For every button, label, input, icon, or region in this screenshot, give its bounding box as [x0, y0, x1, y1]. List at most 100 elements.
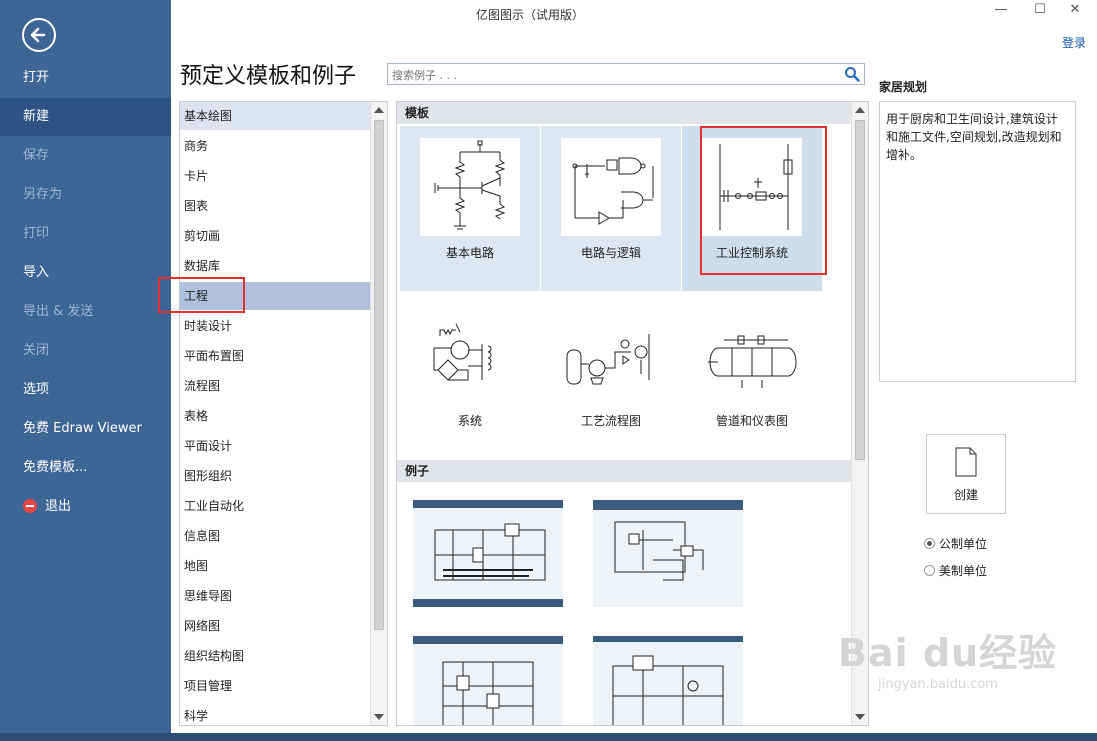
login-link[interactable]: 登录: [1062, 34, 1086, 51]
category-item[interactable]: 卡片: [180, 162, 371, 190]
category-scrollbar[interactable]: [370, 102, 387, 725]
template-label: 基本电路: [445, 246, 494, 260]
sidebar-item-free-viewer[interactable]: 免费 Edraw Viewer: [0, 410, 171, 448]
industrial-control-thumbnail: [702, 138, 802, 236]
category-item[interactable]: 科学: [180, 702, 371, 725]
category-item[interactable]: 图形组织: [180, 462, 371, 490]
category-item[interactable]: 基本绘图: [180, 102, 371, 130]
create-button[interactable]: 创建: [926, 434, 1006, 514]
template-process-flow[interactable]: 工艺流程图: [541, 292, 681, 457]
page-title: 预定义模板和例子: [180, 64, 357, 89]
scroll-down-icon[interactable]: [374, 714, 384, 720]
template-title: 家居规划: [879, 80, 928, 94]
sidebar-item-save-as[interactable]: 另存为: [0, 176, 171, 214]
category-item[interactable]: 表格: [180, 402, 371, 430]
template-label: 电路与逻辑: [580, 246, 641, 260]
search-icon[interactable]: [844, 66, 860, 82]
category-item[interactable]: 平面布置图: [180, 342, 371, 370]
sidebar-item-free-templates[interactable]: 免费模板...: [0, 449, 171, 487]
process-flow-thumbnail: [561, 304, 661, 402]
category-item[interactable]: 网络图: [180, 612, 371, 640]
category-item[interactable]: 工业自动化: [180, 492, 371, 520]
sidebar-item-label: 保存: [23, 148, 50, 163]
baidu-watermark: Bai du经验 jingyan.baidu.com: [838, 622, 1057, 692]
category-item-selected[interactable]: 工程: [180, 282, 371, 310]
watermark-url: jingyan.baidu.com: [878, 677, 998, 692]
sidebar-item-label: 导出 & 发送: [23, 304, 94, 319]
example-thumbnail[interactable]: [593, 500, 743, 607]
piping-instrument-thumbnail: [702, 304, 802, 402]
circuit-logic-thumbnail: [561, 138, 661, 236]
sidebar-item-export-send[interactable]: 导出 & 发送: [0, 293, 171, 331]
category-item[interactable]: 平面设计: [180, 432, 371, 460]
us-units-option[interactable]: 美制单位: [924, 562, 987, 579]
template-system[interactable]: 系统: [400, 292, 540, 457]
create-label: 创建: [953, 488, 978, 502]
category-item[interactable]: 组织结构图: [180, 642, 371, 670]
sidebar-item-save[interactable]: 保存: [0, 137, 171, 175]
sidebar-item-label: 打印: [23, 226, 50, 241]
watermark-brand: Bai du经验: [838, 631, 1058, 675]
example-thumbnail[interactable]: [413, 500, 563, 607]
category-item[interactable]: 数据库: [180, 252, 371, 280]
category-item[interactable]: 项目管理: [180, 672, 371, 700]
category-item[interactable]: 剪切画: [180, 222, 371, 250]
metric-units-option[interactable]: 公制单位: [924, 535, 987, 552]
example-thumbnail[interactable]: [593, 636, 743, 725]
window-title: 亿图图示（试用版）: [475, 8, 584, 22]
section-header-examples: 例子: [397, 460, 851, 482]
scroll-thumb[interactable]: [374, 120, 384, 630]
document-icon: [927, 447, 1005, 480]
scroll-down-icon[interactable]: [855, 714, 865, 720]
category-item[interactable]: 商务: [180, 132, 371, 160]
template-panel: 模板 基本电路 电路与逻辑 工业控制系统 系统 工艺流程图 管道和仪表图 例子: [396, 101, 869, 726]
sidebar-item-import[interactable]: 导入: [0, 254, 171, 292]
category-item[interactable]: 图表: [180, 192, 371, 220]
template-label: 工业控制系统: [715, 246, 788, 260]
back-arrow-icon[interactable]: [22, 18, 56, 52]
radio-label: 公制单位: [939, 537, 988, 551]
radio-icon: [924, 565, 935, 576]
category-list: 基本绘图 商务 卡片 图表 剪切画 数据库 工程 时装设计 平面布置图 流程图 …: [179, 101, 388, 726]
template-circuit-logic[interactable]: 电路与逻辑: [541, 126, 681, 291]
category-item[interactable]: 时装设计: [180, 312, 371, 340]
template-piping-instrument[interactable]: 管道和仪表图: [682, 292, 822, 457]
scroll-up-icon[interactable]: [374, 107, 384, 113]
sidebar-item-label: 导入: [23, 265, 50, 280]
scroll-thumb[interactable]: [855, 120, 865, 460]
sidebar-item-label: 免费模板...: [23, 460, 88, 475]
category-item[interactable]: 信息图: [180, 522, 371, 550]
section-header-templates: 模板: [397, 102, 851, 124]
category-item[interactable]: 地图: [180, 552, 371, 580]
minimize-button[interactable]: —: [988, 2, 1014, 20]
template-label: 工艺流程图: [580, 414, 641, 428]
scroll-up-icon[interactable]: [855, 107, 865, 113]
radio-label: 美制单位: [939, 564, 988, 578]
template-basic-circuit[interactable]: 基本电路: [400, 126, 540, 291]
template-label: 管道和仪表图: [715, 414, 788, 428]
sidebar-item-exit[interactable]: 退出: [0, 488, 171, 526]
template-industrial-control[interactable]: 工业控制系统: [682, 126, 822, 291]
sidebar-item-label: 免费 Edraw Viewer: [23, 421, 142, 436]
sidebar-item-label: 关闭: [23, 343, 50, 358]
example-thumbnail[interactable]: [413, 636, 563, 725]
sidebar-item-close[interactable]: 关闭: [0, 332, 171, 370]
maximize-button[interactable]: ☐: [1027, 2, 1053, 20]
sidebar-item-new[interactable]: 新建: [0, 98, 171, 136]
search-input[interactable]: [390, 65, 834, 85]
template-description: 用于厨房和卫生间设计,建筑设计和施工文件,空间规划,改造规划和增补。: [879, 101, 1076, 382]
sidebar-item-print[interactable]: 打印: [0, 215, 171, 253]
basic-circuit-thumbnail: [420, 138, 520, 236]
category-item[interactable]: 流程图: [180, 372, 371, 400]
sidebar-item-options[interactable]: 选项: [0, 371, 171, 409]
sidebar-item-label: 另存为: [23, 187, 63, 202]
radio-icon: [924, 538, 935, 549]
template-label: 系统: [457, 414, 482, 428]
system-thumbnail: [420, 304, 520, 402]
sidebar-item-label: 打开: [23, 70, 50, 85]
category-item[interactable]: 思维导图: [180, 582, 371, 610]
close-button[interactable]: ✕: [1062, 2, 1088, 20]
sidebar-item-open[interactable]: 打开: [0, 59, 171, 97]
sidebar-item-label: 选项: [23, 382, 50, 397]
backstage-sidebar: 打开 新建 保存 另存为 打印 导入 导出 & 发送 关闭 选项 免费 Edra…: [0, 0, 171, 741]
